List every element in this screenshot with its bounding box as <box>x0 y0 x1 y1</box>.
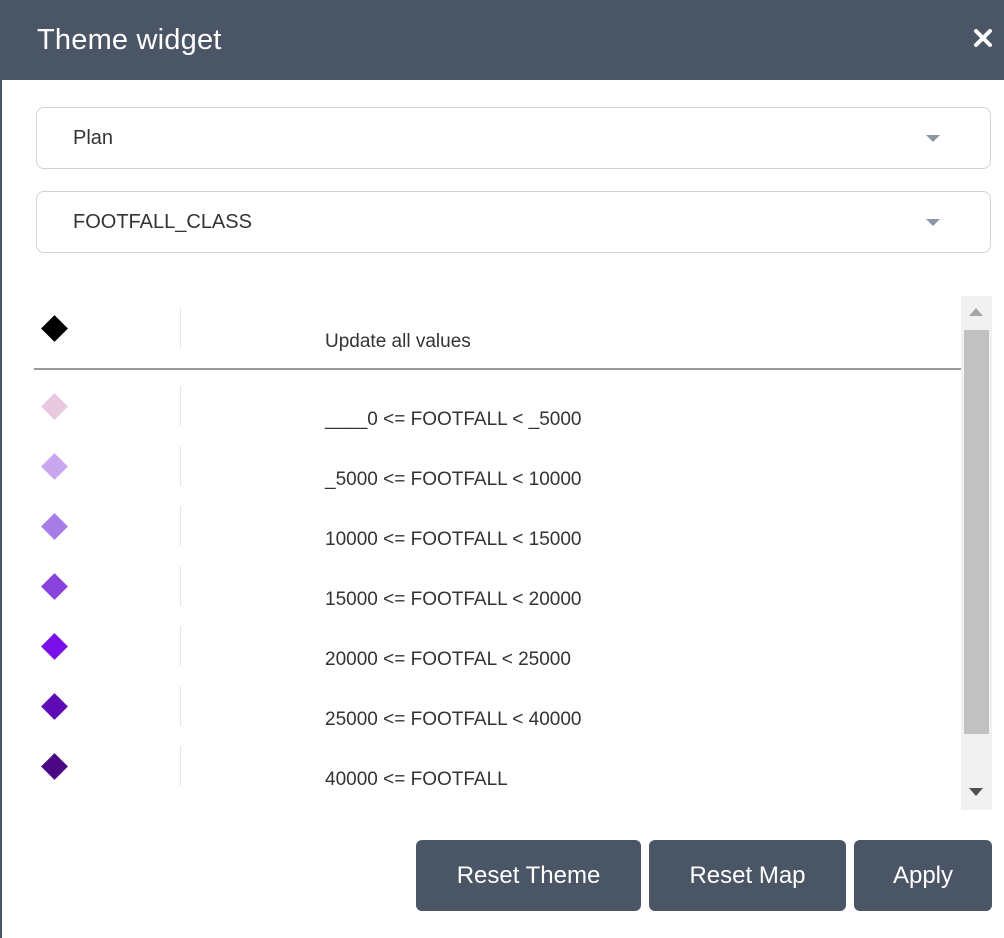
column-divider <box>180 506 181 546</box>
legend-symbol[interactable] <box>40 632 68 660</box>
scroll-up-arrow-icon[interactable] <box>969 308 983 316</box>
reset-map-button[interactable]: Reset Map <box>649 840 846 911</box>
reset-theme-button[interactable]: Reset Theme <box>416 840 641 911</box>
legend-row-label: 10000 <= FOOTFALL < 15000 <box>325 529 582 550</box>
widget-header: Theme widget <box>2 0 1004 80</box>
column-divider <box>180 686 181 726</box>
diamond-symbol-icon <box>41 393 68 420</box>
field-select[interactable]: FOOTFALL_CLASS <box>36 191 991 253</box>
column-divider <box>180 446 181 486</box>
legend-symbol[interactable] <box>40 752 68 780</box>
update-all-row: Update all values <box>34 308 960 368</box>
chevron-down-icon <box>926 219 940 226</box>
apply-button[interactable]: Apply <box>854 840 992 911</box>
diamond-symbol-icon <box>41 753 68 780</box>
close-icon[interactable] <box>970 20 998 54</box>
legend-row: 10000 <= FOOTFALL < 15000 <box>34 506 960 566</box>
legend-scrollbar[interactable] <box>961 296 992 810</box>
column-divider <box>180 308 181 348</box>
layer-select-value: Plan <box>73 127 114 149</box>
diamond-symbol-icon <box>41 573 68 600</box>
update-all-symbol[interactable] <box>40 314 68 342</box>
field-select-value: FOOTFALL_CLASS <box>73 211 252 233</box>
legend-row-label: 40000 <= FOOTFALL <box>325 769 508 790</box>
scroll-down-arrow-icon[interactable] <box>969 788 983 796</box>
legend-row-label: _5000 <= FOOTFALL < 10000 <box>325 469 582 490</box>
diamond-symbol-icon <box>41 315 68 342</box>
column-divider <box>180 566 181 606</box>
legend-row-label: 25000 <= FOOTFALL < 40000 <box>325 709 582 730</box>
column-divider <box>180 626 181 666</box>
legend-symbol[interactable] <box>40 572 68 600</box>
legend-symbol[interactable] <box>40 692 68 720</box>
legend-list: Update all values ____0 <= FOOTFALL < _5… <box>34 296 992 810</box>
legend-symbol[interactable] <box>40 512 68 540</box>
legend-row: ____0 <= FOOTFALL < _5000 <box>34 386 960 446</box>
legend-row: 25000 <= FOOTFALL < 40000 <box>34 686 960 746</box>
diamond-symbol-icon <box>41 453 68 480</box>
legend-header-rule <box>34 368 961 370</box>
scrollbar-thumb[interactable] <box>964 330 989 734</box>
diamond-symbol-icon <box>41 513 68 540</box>
update-all-label: Update all values <box>325 331 471 352</box>
legend-row-label: ____0 <= FOOTFALL < _5000 <box>325 409 582 430</box>
legend-symbol[interactable] <box>40 452 68 480</box>
legend-row: 15000 <= FOOTFALL < 20000 <box>34 566 960 626</box>
legend-symbol[interactable] <box>40 392 68 420</box>
widget-title: Theme widget <box>37 24 222 56</box>
column-divider <box>180 386 181 426</box>
column-divider <box>180 746 181 786</box>
legend-row: 40000 <= FOOTFALL <box>34 746 960 806</box>
theme-widget-panel: Theme widget Plan FOOTFALL_CLASS Update … <box>0 0 1004 938</box>
diamond-symbol-icon <box>41 693 68 720</box>
legend-row: 20000 <= FOOTFAL < 25000 <box>34 626 960 686</box>
layer-select[interactable]: Plan <box>36 107 991 169</box>
diamond-symbol-icon <box>41 633 68 660</box>
legend-row-label: 20000 <= FOOTFAL < 25000 <box>325 649 571 670</box>
legend-row: _5000 <= FOOTFALL < 10000 <box>34 446 960 506</box>
legend-row-label: 15000 <= FOOTFALL < 20000 <box>325 589 582 610</box>
chevron-down-icon <box>926 135 940 142</box>
